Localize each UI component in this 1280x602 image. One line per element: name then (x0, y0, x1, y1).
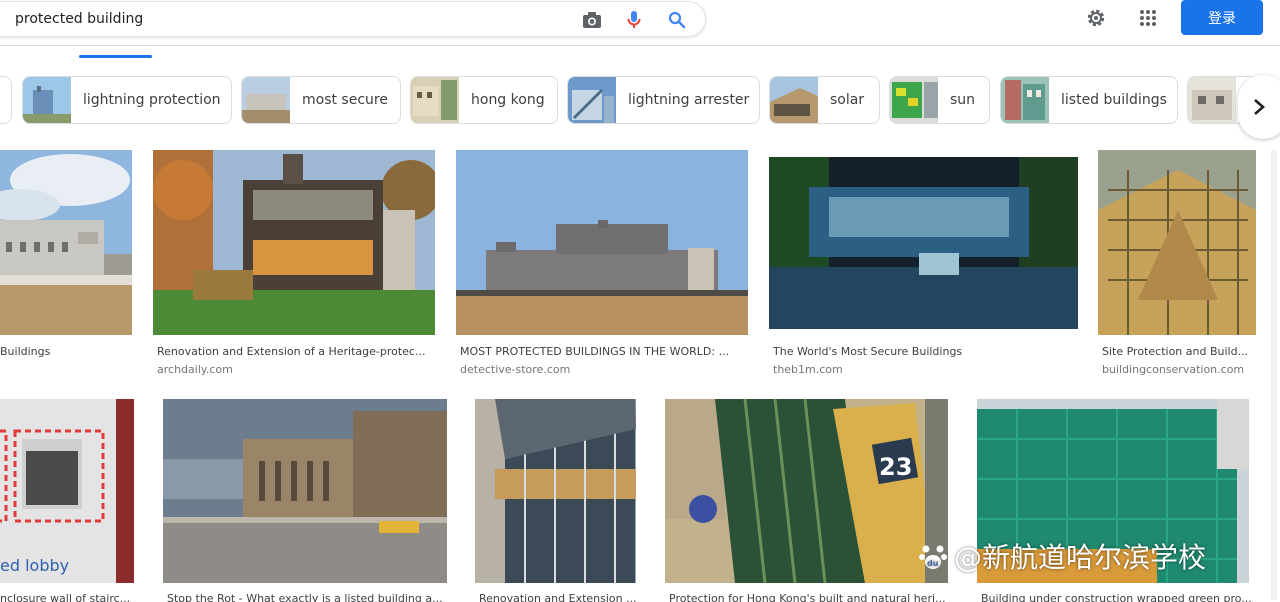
active-tab-indicator (79, 55, 152, 58)
search-icon[interactable] (666, 9, 688, 31)
image-result[interactable]: Buildings (0, 150, 132, 380)
image-result[interactable]: The World's Most Secure Buildings theb1m… (769, 157, 1078, 380)
image-result[interactable]: Stop the Rot - What exactly is a listed … (163, 399, 447, 602)
result-image[interactable] (475, 399, 636, 583)
result-image[interactable] (769, 157, 1078, 329)
sign-in-button[interactable]: 登录 (1181, 0, 1263, 35)
chip-label: lightning protection (83, 92, 221, 108)
chip-thumbnail (1188, 77, 1236, 123)
image-caption: ed lobby (0, 556, 69, 575)
chip-most-secure[interactable]: most secure (241, 76, 401, 124)
chip-thumbnail (770, 77, 818, 123)
chip-thumbnail (568, 77, 616, 123)
result-title[interactable]: Renovation and Extension ... (479, 592, 637, 602)
result-title[interactable]: Site Protection and Build... (1102, 345, 1248, 358)
result-title[interactable]: Renovation and Extension of a Heritage-p… (157, 345, 425, 358)
scrollbar[interactable] (1271, 150, 1277, 600)
chip-label: solar (830, 92, 865, 108)
result-source[interactable]: detective-store.com (460, 363, 570, 376)
chip-thumbnail (890, 77, 938, 123)
result-image[interactable] (456, 150, 748, 335)
chip-thumbnail (23, 77, 71, 123)
watermark: du @新航道哈尔滨学校 (918, 538, 1206, 574)
chip-label: most secure (302, 92, 388, 108)
result-source[interactable]: theb1m.com (773, 363, 843, 376)
svg-text:du: du (927, 559, 939, 568)
chip-label: lightning arrester (628, 92, 750, 108)
chip-solar[interactable]: solar (769, 76, 880, 124)
top-bar: protected building 登录 (0, 0, 1280, 46)
chevron-right-icon (1254, 99, 1265, 115)
chip-lightning-protection[interactable]: lightning protection (22, 76, 232, 124)
watermark-text: @新航道哈尔滨学校 (954, 541, 1207, 574)
result-title[interactable]: Buildings (0, 345, 50, 358)
result-title[interactable]: Building under construction wrapped gree… (981, 592, 1252, 602)
camera-icon[interactable] (581, 9, 603, 31)
image-result[interactable]: ed lobby nclosure wall of stairc... (0, 399, 134, 602)
chip-thumbnail (411, 77, 459, 123)
apps-grid-icon[interactable] (1136, 6, 1160, 30)
result-title[interactable]: Stop the Rot - What exactly is a listed … (167, 592, 443, 602)
chip-label: sun (950, 92, 976, 108)
image-result[interactable]: Site Protection and Build... buildingcon… (1098, 150, 1256, 380)
chip-thumbnail (1001, 77, 1049, 123)
result-source[interactable]: buildingconservation.com (1102, 363, 1244, 376)
chip-label: hong kong (471, 92, 545, 108)
result-image[interactable]: ed lobby (0, 399, 134, 583)
search-input[interactable]: protected building (15, 11, 143, 27)
chip-sun[interactable]: sun (889, 76, 990, 124)
result-image[interactable]: 23 (665, 399, 948, 583)
microphone-icon[interactable] (623, 9, 645, 31)
result-title[interactable]: The World's Most Secure Buildings (773, 345, 962, 358)
result-image[interactable] (1098, 150, 1256, 335)
paw-logo-icon: du (919, 545, 947, 569)
result-title[interactable]: Protection for Hong Kong's built and nat… (669, 592, 946, 602)
chip-listed-buildings[interactable]: listed buildings (1000, 76, 1178, 124)
image-house-number: 23 (879, 453, 912, 481)
result-title[interactable]: nclosure wall of stairc... (0, 592, 130, 602)
image-result[interactable]: Renovation and Extension ... (475, 399, 637, 602)
image-result[interactable]: MOST PROTECTED BUILDINGS IN THE WORLD: .… (456, 150, 748, 380)
chips-next-button[interactable] (1238, 75, 1280, 139)
chip-partial-left[interactable] (0, 76, 12, 124)
result-image[interactable] (163, 399, 447, 583)
result-title[interactable]: MOST PROTECTED BUILDINGS IN THE WORLD: .… (460, 345, 729, 358)
chip-lightning-arrester[interactable]: lightning arrester (567, 76, 760, 124)
result-image[interactable] (0, 150, 132, 335)
chip-label: listed buildings (1061, 92, 1167, 108)
result-source[interactable]: archdaily.com (157, 363, 233, 376)
gear-icon[interactable] (1084, 6, 1108, 30)
result-image[interactable] (153, 150, 435, 335)
related-searches-chips: lightning protection most secure hong ko… (0, 76, 1280, 126)
chip-hong-kong[interactable]: hong kong (410, 76, 558, 124)
image-result[interactable]: 23 Protection for Hong Kong's built and … (665, 399, 948, 602)
search-box[interactable]: protected building (0, 1, 706, 37)
image-result[interactable]: Renovation and Extension of a Heritage-p… (153, 150, 435, 380)
chip-thumbnail (242, 77, 290, 123)
